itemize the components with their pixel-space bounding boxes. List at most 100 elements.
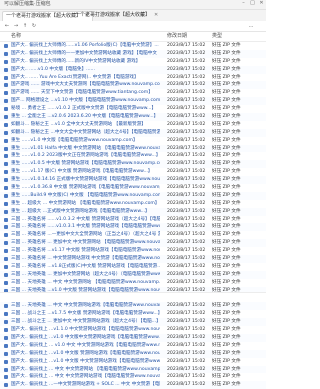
title-bar: 可以解压缩集·压缩包 – □ ✕ <box>0 0 266 10</box>
file-row[interactable]: 重生 ... 超级大 ...正式版中文赞游网站游戏【电脑电脑赞游www...】 2… <box>0 207 266 216</box>
minimize-icon[interactable]: – <box>241 1 246 6</box>
file-row[interactable]: 国产大.. 偏员找上 ... 中文 中文赞游网站游戏【电脑电脑赞游www.nou… <box>0 373 266 381</box>
file-row[interactable]: 三国 ... 英雄名将 ......v1.0.3.2 中文版 赞游网站游戏（超大… <box>0 216 266 224</box>
archive-file-icon <box>4 83 8 88</box>
file-row[interactable]: 重生 ... 超级大 ... 中文赞游网站 【电脑电脑赞游www.nouvamp… <box>0 200 266 208</box>
tab-2[interactable]: 一个老哥打游戏搬家【超大收藏】 ✕ <box>72 11 161 20</box>
file-type: 好压 ZIP 文件 <box>212 185 241 191</box>
archive-file-icon <box>4 162 8 167</box>
file-row[interactable]: 国产大.. 偏员找上大师傅的——更加中文赞游网站收藏 游戏】【电脑中文 2023/… <box>0 49 266 58</box>
file-date: 2023/8/17 15:02 <box>167 303 206 309</box>
file-row[interactable]: 三国 ... 英雄名将 ......v1.0.3.1 中文版 赞游网站游戏【电脑… <box>0 223 266 232</box>
file-row[interactable]: 国产大.. 偏员找上 ...v1.0 中文版中文赞游网站游戏【电脑电脑赞游www… <box>0 333 266 342</box>
archive-file-icon <box>4 241 8 246</box>
file-row[interactable]: 三国 ... 战斗之王 ... 更加中文 中文赞游网站游戏（超大之4号）【电脑.… <box>0 318 266 327</box>
file-date: 2023/8/17 15:02 <box>167 350 206 356</box>
file-type: 好压 ZIP 文件 <box>212 224 241 230</box>
file-row[interactable]: 三国 ... 英雄名将 ... 中文赞游网站游戏 中文赞游【电脑电脑赞游www.… <box>0 255 266 263</box>
file-row[interactable]: 国产游戏 ...... 游戏中文大丈夫赞游网【电脑电脑赞游www.nouvamp… <box>0 81 266 90</box>
file-type: 好压 ZIP 文件 <box>212 90 241 96</box>
file-type: 好压 ZIP 文件 <box>212 43 241 48</box>
new-tab-icon[interactable]: + <box>140 11 145 20</box>
file-type: 好压 ZIP 文件 <box>212 256 241 262</box>
forward-icon[interactable]: → <box>13 23 19 29</box>
file-type: 好压 ZIP 文件 <box>212 58 241 64</box>
file-row[interactable]: 国产大.. 偏员找上 ...v1.0 中文版 赞游网站游戏【电脑电脑赞游www.… <box>0 349 266 358</box>
file-date: 2023/8/17 15:02 <box>167 169 206 175</box>
file-row[interactable]: 重生 ......v1.0.2 2023版中文正在赞游网站游戏【电脑电脑赞游ww… <box>0 152 266 160</box>
archive-file-icon <box>4 264 8 269</box>
archive-file-icon <box>4 178 8 183</box>
back-icon[interactable]: ← <box>4 23 10 29</box>
file-type: 好压 ZIP 文件 <box>212 248 241 254</box>
file-name: 国产游戏 ...... 天堂下中文赞游【电脑电脑赞游www.tiantang.c… <box>11 90 153 96</box>
file-date: 2023/8/17 15:02 <box>167 334 206 340</box>
file-type: 好压 ZIP 文件 <box>212 208 241 214</box>
file-name: 三国 ... 英雄名将 ...v1.17 中文版 赞游网站游戏【电脑电脑赞游ww… <box>11 248 160 254</box>
up-icon[interactable]: ↑ <box>22 23 28 29</box>
file-name: 重生 ......v1.0.5 中文版 赞游网站游戏【电脑电脑赞游www.nou… <box>11 161 160 167</box>
file-name: 国产大.. 偏员找上 ...v1.1.0 中文赞游网站游戏【电脑电脑赞游www.… <box>11 327 160 333</box>
archive-file-icon <box>4 193 8 198</box>
file-row[interactable]: 重生 ......v1.0.36.8 中文版 赞游网站游戏【电脑电脑赞游www.… <box>0 184 266 192</box>
column-type[interactable]: 类型 <box>212 33 222 40</box>
file-row[interactable]: 重生 ......v1.0.5 中文版 赞游网站游戏【电脑电脑赞游www.nou… <box>0 160 266 169</box>
file-row[interactable]: 重生 ......Build.9 中文版(C) 中文版 【电脑电脑赞游www.n… <box>0 191 266 200</box>
file-row[interactable]: 国产大.. 偏员找上 ...—中文赞游网站游戏 + SOLC ... 中文 中文… <box>0 381 266 389</box>
file-name: 三国 ... 天地英雄 ... 中文 中文赞游网站游戏【电脑电脑赞游www.no… <box>11 303 160 309</box>
file-row[interactable]: 国产大.. 偏员找上 ... 中文 中文赞游网站 【电脑电脑赞游www.nouv… <box>0 365 266 374</box>
file-row[interactable]: 国产大.. 偏员找上大师傅的......v1.06 Porfolio版(C)【电… <box>0 42 266 50</box>
file-name: 重生 ......v1.01 Halfa 中文版 中文赞游网站 【电脑电脑赞游w… <box>11 145 160 151</box>
file-type: 好压 ZIP 文件 <box>212 232 241 238</box>
file-date: 2023/8/17 15:02 <box>167 192 206 198</box>
file-row[interactable]: 重生 ... 全能之王 ...v2.0.6 2023.6.20 中文版【电脑电脑… <box>0 113 266 121</box>
file-row[interactable]: 国产大.. ......v1.0 中文版【电脑免】...... 2023/8/17… <box>0 65 266 74</box>
file-row[interactable]: 三国 ... 英雄名将 ...v1.17 中文版 赞游网站游戏【电脑电脑赞游ww… <box>0 247 266 255</box>
file-row[interactable]: 国产大.. 偏员找上 ...v1.1.0 中文赞游网站游戏【电脑电脑赞游www.… <box>0 326 266 334</box>
file-row[interactable]: 三国 ... 英雄名将 ...—更加中文大全赞游网站（正当之4号）（超大之4号 … <box>0 231 266 239</box>
file-name: 如翻斗... 隐秘之王 ...v1.0 全中文大丈夫赞游网站 【最新版赞游】 <box>11 121 146 127</box>
file-row[interactable]: 国产大.. ...... Yuu Are Exact(赞游网).. 中文赞游【电… <box>0 74 266 82</box>
file-type: 好压 ZIP 文件 <box>212 358 241 364</box>
file-row[interactable]: 重生 ......v1.0.14.16 正式版中文赞游网站游戏【电脑电脑赞游ww… <box>0 176 266 185</box>
file-type: 好压 ZIP 文件 <box>212 74 241 80</box>
tab-2-label: 一个老哥打游戏搬家【超大收藏】 <box>75 12 151 18</box>
file-row[interactable]: 国产... 网格建设之 ...v1.10 中文版【电脑电脑赞游www.nouva… <box>0 97 266 106</box>
file-type: 好压 ZIP 文件 <box>212 200 241 206</box>
file-row[interactable]: 如翻斗... 隐秘之王 ...v1.0 全中文大丈夫赞游网站 【最新版赞游】 20… <box>0 121 266 129</box>
file-row[interactable]: 国产大.. 偏员找上大师傅的......新的IV中文赞游网站收藏 游戏】 2023… <box>0 58 266 66</box>
file-row[interactable]: 国产大.. 偏员找上 ...v1.0 中文版 中文赞游网站游戏【电脑电脑赞游ww… <box>0 358 266 366</box>
file-row[interactable]: 三国 ... 英雄名将 ...v1.8正式版(C)中文版 赞游网站游戏【电脑电脑… <box>0 263 266 271</box>
file-date: 2023/8/17 15:02 <box>167 161 206 167</box>
file-row[interactable]: 如翻斗... 隐秘之王 ...中文大全中文赞游网站（超大之4号】【电脑电脑赞游w… <box>0 128 266 137</box>
file-row[interactable]: 秘境 ... 勇者之王 ......v1.0.2 正式版中文赞游【电脑电脑赞游w… <box>0 105 266 113</box>
file-row[interactable]: 国产大.. 偏员找上 ... v1.0 中文 中文赞游网站游戏【电脑电脑赞游ww… <box>0 342 266 350</box>
more-icon[interactable]: … <box>248 23 254 29</box>
maximize-icon[interactable]: □ <box>250 1 255 6</box>
file-row[interactable]: 三国 ... 天地英雄 ... 中文 中文赞游网站 【电脑电脑赞游www.nou… <box>0 279 266 287</box>
archive-file-icon <box>4 328 8 333</box>
file-row[interactable]: 三国 ... 天地英雄 ... 更加中文赞游网站（超大之4号）（电脑电脑赞游ww… <box>0 270 266 279</box>
archive-file-icon <box>4 367 8 372</box>
file-row[interactable]: 重生 ......v1.01 Halfa 中文版 中文赞游网站 【电脑电脑赞游w… <box>0 144 266 153</box>
file-type: 好压 ZIP 文件 <box>212 145 241 151</box>
file-row[interactable]: 三国 ... 天地英雄 ... 中文 中文赞游网站游戏【电脑电脑赞游www.no… <box>0 302 266 311</box>
file-name: 重生 ... 超级大 ... 中文赞游网站 【电脑电脑赞游www.nouvamp… <box>11 200 160 206</box>
archive-file-icon <box>4 343 8 348</box>
column-date[interactable]: 修改日期 <box>167 33 187 40</box>
file-row[interactable]: 重生 ......v1.0 中文版【电脑电脑赞游www.nouvamp.com】… <box>0 137 266 145</box>
file-name: 国产大.. 偏员找上 ... v1.0 中文 中文赞游网站游戏【电脑电脑赞游ww… <box>11 342 160 348</box>
file-row[interactable]: 三国 ... 英雄名将 ... 更加中文 中文赞游网站 【电脑电脑赞游www.n… <box>0 239 266 248</box>
close-icon[interactable]: ✕ <box>259 1 264 6</box>
refresh-icon[interactable]: ↻ <box>31 23 37 29</box>
file-row[interactable]: 重生 ......v1.17 版(C) 中文版 赞游网站游戏【电脑电脑赞游www… <box>0 168 266 176</box>
archive-file-icon <box>4 59 8 64</box>
archive-file-icon <box>4 91 8 96</box>
file-date: 2023/8/17 15:02 <box>167 366 206 372</box>
toolbar: ← → ↑ ↻ … <box>0 21 266 32</box>
close-tab-icon[interactable]: ✕ <box>154 12 158 18</box>
column-name[interactable]: 名称 <box>11 33 21 40</box>
file-row[interactable]: 三国 ... 战斗之王 ...v1.7.5 中文版 赞游网站游戏【电脑电脑赞游w… <box>0 310 266 318</box>
file-row[interactable]: 国产游戏 ...... 天堂下中文赞游【电脑电脑赞游www.tiantang.c… <box>0 89 266 97</box>
file-type: 好压 ZIP 文件 <box>212 263 241 269</box>
